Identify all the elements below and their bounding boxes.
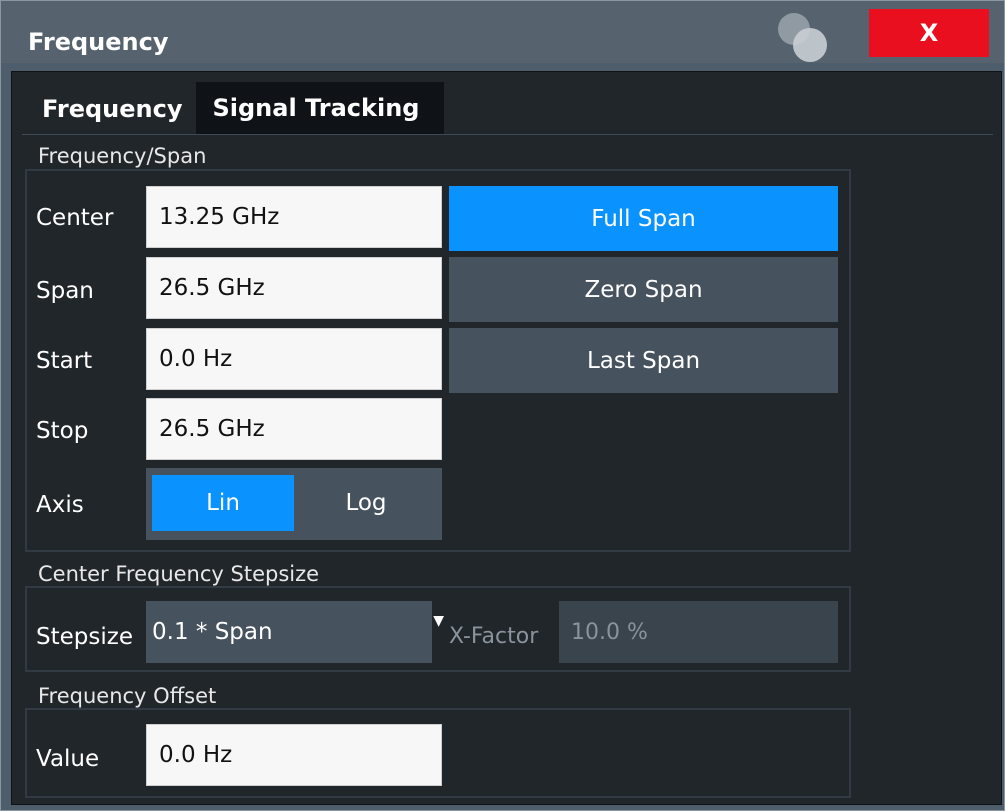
- start-label: Start: [36, 348, 93, 374]
- tab-divider: [22, 134, 993, 135]
- frequency-span-group-label: Frequency/Span: [38, 144, 207, 168]
- dialog-title: Frequency: [28, 28, 169, 56]
- center-input[interactable]: 13.25 GHz: [146, 186, 442, 248]
- zero-span-button[interactable]: Zero Span: [449, 257, 838, 322]
- offset-value-input[interactable]: 0.0 Hz: [146, 724, 442, 786]
- tab-bar: Frequency Signal Tracking: [22, 82, 445, 136]
- dialog-content: Frequency Signal Tracking Frequency/Span…: [11, 71, 1002, 805]
- stop-input[interactable]: 26.5 GHz: [146, 398, 442, 460]
- stepsize-group-label: Center Frequency Stepsize: [38, 562, 320, 586]
- stepsize-label: Stepsize: [36, 624, 133, 650]
- stepsize-selected-value: 0.1 * Span: [152, 619, 273, 645]
- tab-signal-tracking[interactable]: Signal Tracking: [196, 82, 445, 134]
- overlapping-circles-icon: [778, 13, 827, 62]
- x-factor-input: 10.0 %: [559, 601, 838, 663]
- close-button[interactable]: X: [869, 9, 989, 57]
- offset-group-label: Frequency Offset: [38, 684, 217, 708]
- full-span-button[interactable]: Full Span: [449, 186, 838, 251]
- title-bar: Frequency X: [1, 1, 1004, 63]
- span-input[interactable]: 26.5 GHz: [146, 257, 442, 319]
- axis-lin-option[interactable]: Lin: [152, 475, 294, 531]
- offset-value-label: Value: [36, 746, 100, 772]
- axis-toggle: Lin Log: [146, 468, 442, 540]
- last-span-button[interactable]: Last Span: [449, 328, 838, 393]
- x-factor-label: X-Factor: [449, 624, 539, 649]
- center-label: Center: [36, 205, 114, 231]
- stepsize-dropdown[interactable]: 0.1 * Span ▼: [146, 601, 444, 663]
- frequency-dialog: Frequency X Frequency Signal Tracking Fr…: [0, 0, 1005, 811]
- tab-frequency[interactable]: Frequency: [22, 82, 197, 136]
- stop-label: Stop: [36, 418, 89, 444]
- axis-log-option[interactable]: Log: [296, 475, 436, 531]
- chevron-down-icon: ▼: [433, 613, 444, 629]
- start-input[interactable]: 0.0 Hz: [146, 328, 442, 390]
- span-label: Span: [36, 278, 94, 304]
- axis-label: Axis: [36, 492, 84, 518]
